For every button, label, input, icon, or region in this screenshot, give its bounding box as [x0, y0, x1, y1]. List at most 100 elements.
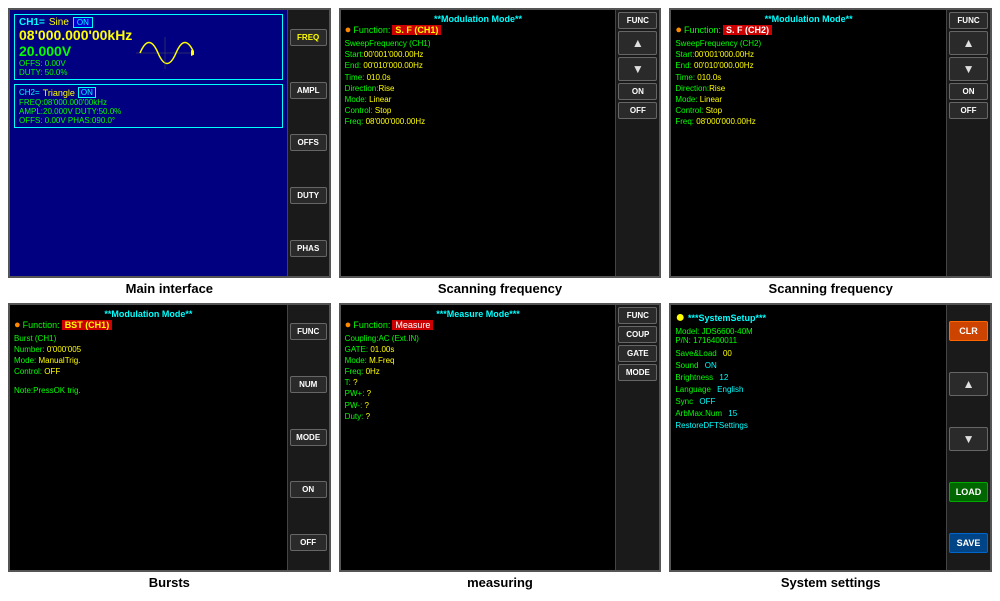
measure-title: ***Measure Mode***	[345, 309, 612, 319]
ch2-waveform: Triangle	[43, 88, 75, 98]
sys-param-6-key: RestoreDFTSettings	[675, 421, 747, 430]
measure-param-0: GATE: 01.00s	[345, 344, 612, 355]
scan1-buttons: FUNC ▲ ▼ ON OFF	[615, 10, 659, 276]
ch1-offs: OFFS: 0.00V	[19, 59, 132, 68]
measure-param-3: T: ?	[345, 377, 612, 388]
burst-param-1: Mode: ManualTrig.	[14, 355, 283, 366]
scan1-func-val: S. F (CH1)	[392, 25, 441, 35]
scanning-freq-2-screen: **Modulation Mode** ● Function: S. F (CH…	[669, 8, 992, 278]
scanning-freq-1-screen: **Modulation Mode** ● Function: S. F (CH…	[339, 8, 662, 278]
sys-params: Save&Load 00 Sound ON Brightness 12 La	[675, 348, 942, 432]
system-content: ● ***SystemSetup*** Model: JDS6600-40M P…	[671, 305, 946, 571]
sys-pn: P/N: 1716400011	[675, 336, 942, 345]
sys-down-btn[interactable]: ▼	[949, 427, 988, 451]
scan2-param-5: Control: Stop	[675, 105, 942, 116]
burst-content: **Modulation Mode** ● Function: BST (CH1…	[10, 305, 287, 571]
sys-param-5: ArbMax.Num 15	[675, 408, 942, 420]
sys-param-1-key: Sound	[675, 361, 698, 370]
burst-buttons: FUNC NUM MODE ON OFF	[287, 305, 329, 571]
sys-param-0: Save&Load 00	[675, 348, 942, 360]
scan1-off-btn[interactable]: OFF	[618, 102, 657, 119]
measure-mode-btn[interactable]: MODE	[618, 364, 657, 381]
measuring-screen: ***Measure Mode*** ● Function: Measure C…	[339, 303, 662, 573]
measure-coup-btn[interactable]: COUP	[618, 326, 657, 343]
system-screen: ● ***SystemSetup*** Model: JDS6600-40M P…	[669, 303, 992, 573]
main-interface-screen: CH1= Sine ON 08'000.000'00kHz 20.000V OF…	[8, 8, 331, 278]
scan1-title: **Modulation Mode**	[345, 14, 612, 24]
ch2-line3: OFFS: 0.00V PHAS:090.0°	[19, 116, 278, 125]
burst-params: Number: 0'000'005 Mode: ManualTrig. Cont…	[14, 344, 283, 397]
scan2-param-3: Direction:Rise	[675, 83, 942, 94]
measure-param-6: Duty: ?	[345, 411, 612, 422]
scan2-on-btn[interactable]: ON	[949, 83, 988, 100]
scan1-down-btn[interactable]: ▼	[618, 57, 657, 81]
sys-param-1-val: ON	[705, 361, 717, 370]
burst-func-sub: Burst (CH1)	[14, 333, 283, 344]
ch1-section: CH1= Sine ON 08'000.000'00kHz 20.000V OF…	[14, 14, 283, 80]
burst-mode-btn[interactable]: MODE	[290, 429, 327, 446]
sys-clr-btn[interactable]: CLR	[949, 321, 988, 341]
measure-param-1: Mode: M.Freq	[345, 355, 612, 366]
scan2-param-1: End: 00'010'000.00Hz	[675, 60, 942, 71]
scan2-off-btn[interactable]: OFF	[949, 102, 988, 119]
system-settings-panel: ● ***SystemSetup*** Model: JDS6600-40M P…	[669, 303, 992, 594]
burst-func-line: ● Function: BST (CH1)	[14, 319, 283, 331]
scan2-title: **Modulation Mode**	[675, 14, 942, 24]
scan1-func-label: Function:	[353, 25, 390, 35]
ch2-line1: FREQ:08'000.000'00kHz	[19, 98, 278, 107]
main-screen-content: CH1= Sine ON 08'000.000'00kHz 20.000V OF…	[10, 10, 287, 276]
ch2-on-badge: ON	[78, 87, 96, 98]
scan2-param-4: Mode: Linear	[675, 94, 942, 105]
scan2-func-sub: SweepFrequency (CH2)	[675, 38, 942, 49]
burst-on-btn[interactable]: ON	[290, 481, 327, 498]
offs-button[interactable]: OFFS	[290, 134, 327, 151]
scan2-param-0: Start:00'001'000.00Hz	[675, 49, 942, 60]
scan1-param-1: End: 00'010'000.00Hz	[345, 60, 612, 71]
main-interface-panel: CH1= Sine ON 08'000.000'00kHz 20.000V OF…	[8, 8, 331, 299]
phas-button[interactable]: PHAS	[290, 240, 327, 257]
scan1-func-line: ● Function: S. F (CH1)	[345, 24, 612, 36]
top-row: CH1= Sine ON 08'000.000'00kHz 20.000V OF…	[8, 8, 992, 299]
scan1-func-btn[interactable]: FUNC	[618, 12, 657, 29]
duty-button[interactable]: DUTY	[290, 187, 327, 204]
system-settings-caption: System settings	[781, 572, 881, 593]
ch1-duty: DUTY: 50.0%	[19, 68, 132, 77]
sys-param-4-key: Sync	[675, 397, 693, 406]
sys-param-4-val: OFF	[699, 397, 715, 406]
burst-num-btn[interactable]: NUM	[290, 376, 327, 393]
scan2-down-btn[interactable]: ▼	[949, 57, 988, 81]
measure-content: ***Measure Mode*** ● Function: Measure C…	[341, 305, 616, 571]
sys-param-2-key: Brightness	[675, 373, 713, 382]
ampl-button[interactable]: AMPL	[290, 82, 327, 99]
burst-func-btn[interactable]: FUNC	[290, 323, 327, 340]
scan1-on-btn[interactable]: ON	[618, 83, 657, 100]
sys-up-btn[interactable]: ▲	[949, 372, 988, 396]
system-buttons: CLR ▲ ▼ LOAD SAVE	[946, 305, 990, 571]
sys-model: Model: JDS6600-40M	[675, 327, 942, 336]
burst-off-btn[interactable]: OFF	[290, 534, 327, 551]
burst-func-val: BST (CH1)	[62, 320, 113, 330]
freq-button[interactable]: FREQ	[290, 29, 327, 46]
scan2-up-btn[interactable]: ▲	[949, 31, 988, 55]
sys-load-btn[interactable]: LOAD	[949, 482, 988, 502]
scan2-func-btn[interactable]: FUNC	[949, 12, 988, 29]
scan1-func-sub: SweepFrequency (CH1)	[345, 38, 612, 49]
scan2-params: Start:00'001'000.00Hz End: 00'010'000.00…	[675, 49, 942, 127]
scan1-params: Start:00'001'000.00Hz End: 00'010'000.00…	[345, 49, 612, 127]
scanning-freq-2-panel: **Modulation Mode** ● Function: S. F (CH…	[669, 8, 992, 299]
scan1-up-btn[interactable]: ▲	[618, 31, 657, 55]
measure-gate-btn[interactable]: GATE	[618, 345, 657, 362]
burst-title: **Modulation Mode**	[14, 309, 283, 319]
measure-func-btn[interactable]: FUNC	[618, 307, 657, 324]
sys-save-btn[interactable]: SAVE	[949, 533, 988, 553]
scan1-param-5: Control: Stop	[345, 105, 612, 116]
scan2-dot: ●	[675, 24, 682, 36]
ch1-freq: 08'000.000'00kHz	[19, 28, 132, 43]
scanning-freq-1-panel: **Modulation Mode** ● Function: S. F (CH…	[339, 8, 662, 299]
scan2-buttons: FUNC ▲ ▼ ON OFF	[946, 10, 990, 276]
scan1-content: **Modulation Mode** ● Function: S. F (CH…	[341, 10, 616, 276]
measure-buttons: FUNC COUP GATE MODE	[615, 305, 659, 571]
ch1-volt: 20.000V	[19, 43, 132, 59]
sys-param-6: RestoreDFTSettings	[675, 420, 942, 432]
scan2-param-6: Freq: 08'000'000.00Hz	[675, 116, 942, 127]
